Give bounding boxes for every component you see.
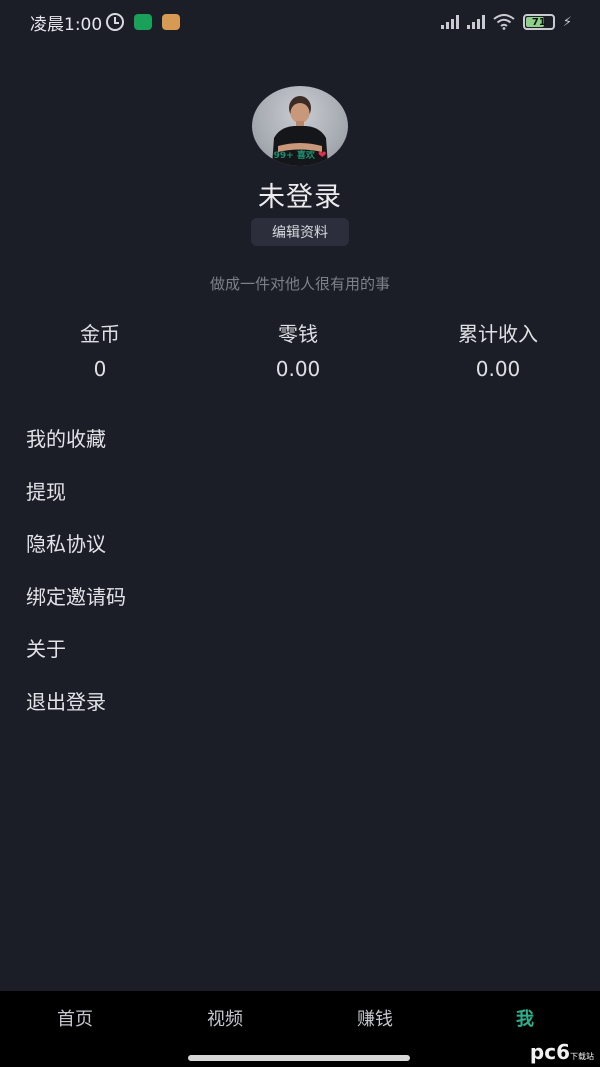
menu-item-logout[interactable]: 退出登录 <box>26 681 574 734</box>
menu-item-withdraw[interactable]: 提现 <box>26 471 574 524</box>
username[interactable]: 未登录 <box>0 175 600 214</box>
watermark-subtext: 下载站 <box>570 1052 594 1061</box>
stat-value: 0 <box>93 357 107 381</box>
avatar[interactable]: 99+ 喜欢 ❤ <box>252 86 348 166</box>
profile-slogan: 做成一件对他人很有用的事 <box>209 275 390 293</box>
alarm-icon <box>106 13 125 31</box>
battery-icon: 71 <box>522 14 555 30</box>
wifi-icon <box>493 14 515 30</box>
message-notification-icon <box>162 14 181 30</box>
stats-row: 金币 0 零钱 0.00 累计收入 0.00 <box>0 318 600 388</box>
nav-tab-video[interactable]: 视频 <box>150 991 300 1049</box>
bottom-nav: 首页 视频 赚钱 我 <box>0 991 600 1049</box>
battery-level: 71 <box>531 16 546 28</box>
nav-tab-earn[interactable]: 赚钱 <box>300 991 450 1049</box>
settings-menu: 我的收藏 提现 隐私协议 绑定邀请码 关于 退出登录 <box>26 418 574 733</box>
stat-value: 0.00 <box>275 357 321 381</box>
watermark-logo: pc6下载站 <box>530 1040 594 1064</box>
avatar-likes: 99+ 喜欢 ❤ <box>252 148 348 161</box>
home-gesture-handle[interactable] <box>188 1055 410 1061</box>
profile-screen: 凌晨1:00 71 ⚡ 99+ 喜欢 ❤ 未登录 编辑资料 做成一件对他人很有用… <box>0 0 600 1067</box>
stat-value: 0.00 <box>475 357 521 381</box>
wechat-notification-icon <box>134 14 153 30</box>
stat-coins[interactable]: 金币 0 <box>0 318 200 381</box>
stat-label: 金币 <box>80 322 120 346</box>
heart-icon: ❤ <box>317 150 327 161</box>
menu-item-favorites[interactable]: 我的收藏 <box>26 418 574 471</box>
stat-total-income[interactable]: 累计收入 0.00 <box>398 318 598 381</box>
nav-tab-home[interactable]: 首页 <box>0 991 150 1049</box>
menu-item-about[interactable]: 关于 <box>26 628 574 681</box>
signal-icon <box>440 15 459 29</box>
status-time: 凌晨1:00 <box>30 14 103 35</box>
stat-label: 零钱 <box>278 322 318 346</box>
charging-icon: ⚡ <box>562 14 572 30</box>
watermark-text: pc6 <box>529 1040 570 1064</box>
menu-item-privacy[interactable]: 隐私协议 <box>26 523 574 576</box>
stat-label: 累计收入 <box>458 322 538 346</box>
menu-item-invite-code[interactable]: 绑定邀请码 <box>26 576 574 629</box>
status-bar: 凌晨1:00 71 ⚡ <box>0 0 600 44</box>
likes-count: 99+ 喜欢 <box>273 151 315 161</box>
edit-profile-button[interactable]: 编辑资料 <box>251 218 349 246</box>
status-indicators: 71 ⚡ <box>440 14 572 30</box>
gesture-bar <box>0 1049 600 1067</box>
stat-change[interactable]: 零钱 0.00 <box>198 318 398 381</box>
signal-icon <box>466 15 485 29</box>
